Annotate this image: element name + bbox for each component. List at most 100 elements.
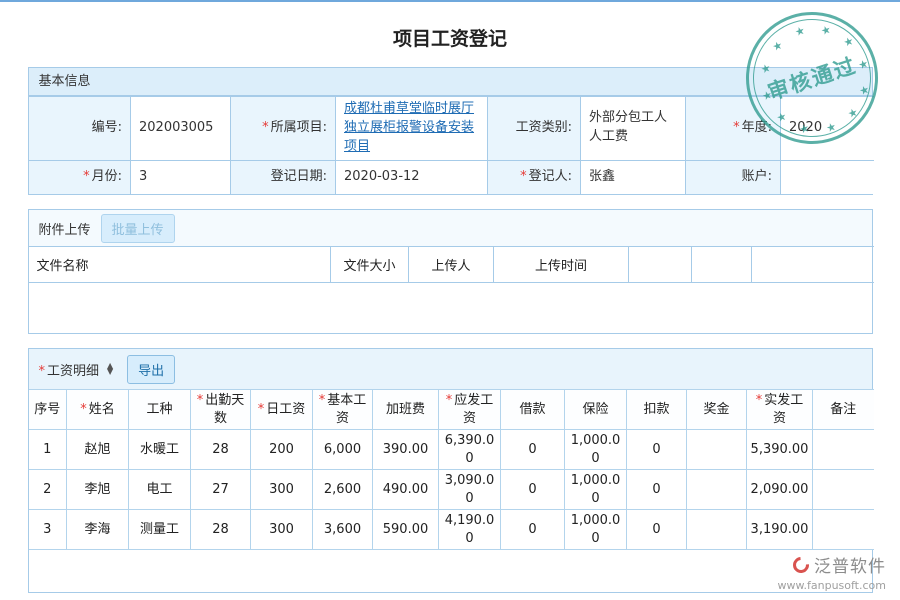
salary-cell: 1,000.00 xyxy=(565,470,627,510)
salary-cell: 3,600 xyxy=(313,510,373,550)
salary-col-header: 奖金 xyxy=(687,390,747,430)
salary-col-header: *实发工资 xyxy=(747,390,813,430)
attach-col-header: 文件大小 xyxy=(331,247,409,283)
salary-col-header: *基本工资 xyxy=(313,390,373,430)
field-label-month: *月份: xyxy=(29,160,131,194)
salary-cell: 赵旭 xyxy=(67,430,129,470)
table-row[interactable]: 3李海测量工283003,600590.004,190.0001,000.000… xyxy=(29,510,874,550)
salary-cell: 390.00 xyxy=(373,430,439,470)
field-value-number: 202003005 xyxy=(131,97,231,161)
salary-col-header: *姓名 xyxy=(67,390,129,430)
salary-details-toolbar: *工资明细 ▲▼ 导出 xyxy=(29,349,872,389)
salary-cell: 6,000 xyxy=(313,430,373,470)
salary-cell xyxy=(687,510,747,550)
attach-col-header: 文件名称 xyxy=(29,247,331,283)
field-label-year: *年度: xyxy=(686,97,781,161)
batch-upload-button[interactable]: 批量上传 xyxy=(101,214,175,243)
salary-cell: 测量工 xyxy=(129,510,191,550)
salary-cell xyxy=(687,470,747,510)
salary-cell: 0 xyxy=(627,510,687,550)
salary-cell: 电工 xyxy=(129,470,191,510)
attach-col-header xyxy=(752,247,874,283)
salary-col-header: *应发工资 xyxy=(439,390,501,430)
field-value-month: 3 xyxy=(131,160,231,194)
field-label-registrant: *登记人: xyxy=(488,160,581,194)
salary-cell: 3,090.00 xyxy=(439,470,501,510)
salary-cell: 300 xyxy=(251,510,313,550)
salary-head-row: 序号*姓名工种*出勤天数*日工资*基本工资加班费*应发工资借款保险扣款奖金*实发… xyxy=(29,390,874,430)
salary-cell: 水暖工 xyxy=(129,430,191,470)
brand-url: www.fanpusoft.com xyxy=(778,579,886,592)
salary-table: 序号*姓名工种*出勤天数*日工资*基本工资加班费*应发工资借款保险扣款奖金*实发… xyxy=(29,389,874,550)
attach-col-header xyxy=(692,247,752,283)
salary-cell: 2,090.00 xyxy=(747,470,813,510)
salary-cell: 0 xyxy=(501,470,565,510)
salary-cell: 28 xyxy=(191,510,251,550)
salary-cell: 1 xyxy=(29,430,67,470)
salary-cell: 200 xyxy=(251,430,313,470)
salary-cell xyxy=(813,510,874,550)
field-label-reg-date: 登记日期: xyxy=(231,160,336,194)
attach-col-header: 上传人 xyxy=(409,247,494,283)
attach-head-row: 文件名称文件大小上传人上传时间 xyxy=(29,247,874,283)
salary-cell: 5,390.00 xyxy=(747,430,813,470)
field-value-registrant: 张鑫 xyxy=(581,160,686,194)
attachments-title: 附件上传 xyxy=(39,219,91,238)
salary-cell: 6,390.00 xyxy=(439,430,501,470)
basic-info-form: 编号: 202003005 *所属项目: 成都杜甫草堂临时展厅独立展柜报警设备安… xyxy=(29,96,874,194)
salary-cell: 0 xyxy=(627,470,687,510)
salary-cell: 李海 xyxy=(67,510,129,550)
salary-cell xyxy=(813,470,874,510)
page: 项目工资登记 ★ ★ ★ ★ ★ ★ ★ ★ ★ ★ ★ ★ 审核通过 基本信息… xyxy=(0,2,900,600)
salary-cell: 1,000.00 xyxy=(565,430,627,470)
sort-icon[interactable]: ▲▼ xyxy=(107,363,113,375)
salary-cell: 590.00 xyxy=(373,510,439,550)
salary-cell xyxy=(813,430,874,470)
salary-cell: 28 xyxy=(191,430,251,470)
salary-cell: 0 xyxy=(627,430,687,470)
salary-cell: 27 xyxy=(191,470,251,510)
salary-col-header: 保险 xyxy=(565,390,627,430)
field-label-project: *所属项目: xyxy=(231,97,336,161)
salary-col-header: *出勤天数 xyxy=(191,390,251,430)
salary-cell: 0 xyxy=(501,430,565,470)
field-value-year: 2020 xyxy=(781,97,874,161)
field-value-account xyxy=(781,160,874,194)
footer-brand: 泛普软件 www.fanpusoft.com xyxy=(778,552,886,592)
salary-details-title: *工资明细 xyxy=(39,360,100,379)
salary-cell: 李旭 xyxy=(67,470,129,510)
salary-col-header: 序号 xyxy=(29,390,67,430)
field-value-salary-type: 外部分包工人人工费 xyxy=(581,97,686,161)
attachments-table: 文件名称文件大小上传人上传时间 xyxy=(29,246,874,283)
project-link[interactable]: 成都杜甫草堂临时展厅独立展柜报警设备安装项目 xyxy=(344,101,474,154)
salary-cell: 490.00 xyxy=(373,470,439,510)
field-value-reg-date: 2020-03-12 xyxy=(336,160,488,194)
salary-cell: 3 xyxy=(29,510,67,550)
export-button[interactable]: 导出 xyxy=(127,355,175,384)
attach-col-header: 上传时间 xyxy=(494,247,629,283)
basic-info-header: 基本信息 xyxy=(29,68,872,96)
basic-info-section: 基本信息 编号: 202003005 *所属项目: 成都杜甫草堂临时展厅独立展柜… xyxy=(28,67,873,195)
salary-col-header: 工种 xyxy=(129,390,191,430)
field-label-salary-type: 工资类别: xyxy=(488,97,581,161)
table-row[interactable]: 1赵旭水暖工282006,000390.006,390.0001,000.000… xyxy=(29,430,874,470)
field-label-account: 账户: xyxy=(686,160,781,194)
salary-cell: 1,000.00 xyxy=(565,510,627,550)
salary-cell: 4,190.00 xyxy=(439,510,501,550)
page-title: 项目工资登记 xyxy=(0,2,900,67)
salary-details-section: *工资明细 ▲▼ 导出 序号*姓名工种*出勤天数*日工资*基本工资加班费*应发工… xyxy=(28,348,873,593)
field-value-project: 成都杜甫草堂临时展厅独立展柜报警设备安装项目 xyxy=(336,97,488,161)
table-row[interactable]: 2李旭电工273002,600490.003,090.0001,000.0002… xyxy=(29,470,874,510)
salary-col-header: *日工资 xyxy=(251,390,313,430)
attachments-toolbar: 附件上传 批量上传 xyxy=(29,210,872,246)
fanpusoft-logo-icon xyxy=(790,553,813,576)
salary-cell: 3,190.00 xyxy=(747,510,813,550)
salary-cell: 2,600 xyxy=(313,470,373,510)
salary-col-header: 加班费 xyxy=(373,390,439,430)
salary-cell xyxy=(687,430,747,470)
attachments-empty-area xyxy=(29,283,872,333)
field-label-number: 编号: xyxy=(29,97,131,161)
salary-table-body: 1赵旭水暖工282006,000390.006,390.0001,000.000… xyxy=(29,430,874,550)
brand-name: 泛普软件 xyxy=(814,552,886,577)
salary-cell: 2 xyxy=(29,470,67,510)
